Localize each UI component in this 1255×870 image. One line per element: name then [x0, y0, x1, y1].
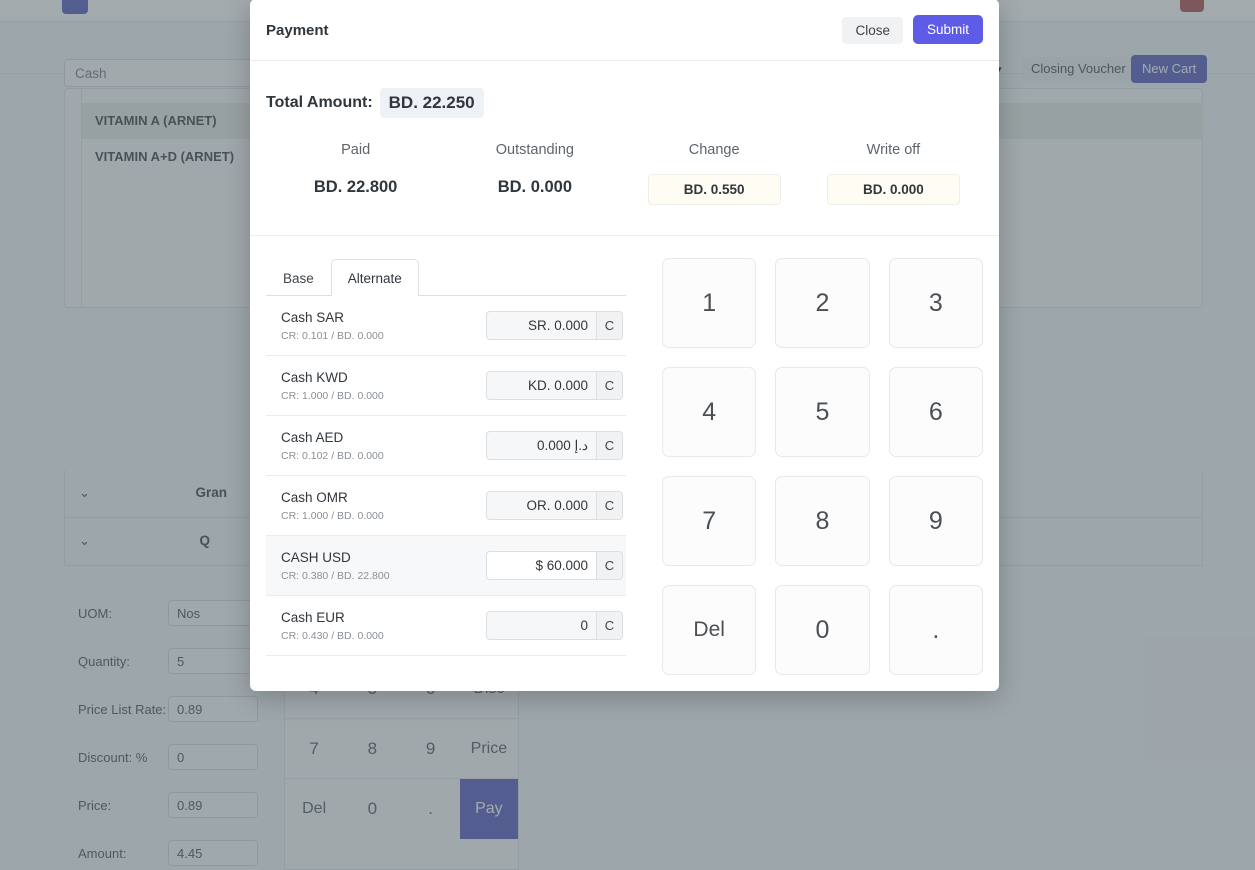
payment-method-row-cash-aed[interactable]: Cash AED CR: 0.102 / BD. 0.000 C [266, 416, 626, 476]
summary-cell-writeoff: Write off BD. 0.000 [804, 142, 983, 205]
keypad-key-decimal[interactable]: . [888, 585, 983, 675]
method-conversion: CR: 0.102 / BD. 0.000 [281, 450, 384, 462]
clear-button-kwd[interactable]: C [596, 371, 623, 400]
method-amount-group: C [486, 311, 623, 340]
tab-alternate[interactable]: Alternate [330, 259, 419, 296]
paid-label: Paid [341, 142, 371, 158]
keypad-key-0[interactable]: 0 [775, 585, 870, 675]
change-field[interactable]: BD. 0.550 [647, 174, 781, 205]
method-amount-group: C [486, 551, 623, 580]
payment-methods-panel: Base Alternate Cash SAR CR: 0.101 / BD. … [266, 258, 626, 675]
keypad-key-del[interactable]: Del [662, 585, 757, 675]
outstanding-label: Outstanding [495, 142, 574, 158]
dialog-body: Base Alternate Cash SAR CR: 0.101 / BD. … [250, 236, 999, 691]
method-amount-group: C [486, 491, 623, 520]
total-amount-label: Total Amount: [266, 94, 373, 111]
clear-button-aed[interactable]: C [596, 431, 623, 460]
submit-button[interactable]: Submit [912, 15, 983, 44]
method-conversion: CR: 0.101 / BD. 0.000 [281, 330, 384, 342]
paid-value: BD. 22.800 [313, 178, 398, 196]
outstanding-value: BD. 0.000 [497, 178, 573, 196]
keypad-key-6[interactable]: 6 [888, 367, 983, 457]
total-amount-value: BD. 22.250 [379, 88, 484, 118]
keypad-key-1[interactable]: 1 [662, 258, 757, 348]
amount-input-eur[interactable] [486, 611, 596, 640]
payment-method-row-cash-omr[interactable]: Cash OMR CR: 1.000 / BD. 0.000 C [266, 476, 626, 536]
payment-method-row-cash-usd[interactable]: CASH USD CR: 0.380 / BD. 22.800 C [266, 536, 626, 596]
method-name: Cash OMR [281, 490, 348, 505]
method-info: CASH USD CR: 0.380 / BD. 22.800 [281, 549, 390, 582]
summary-grid: Paid BD. 22.800 Outstanding BD. 0.000 Ch… [266, 142, 983, 205]
keypad-key-2[interactable]: 2 [775, 258, 870, 348]
write-off-field[interactable]: BD. 0.000 [826, 174, 960, 205]
summary-cell-paid: Paid BD. 22.800 [266, 142, 445, 205]
method-amount-group: C [486, 431, 623, 460]
method-amount-group: C [486, 371, 623, 400]
numeric-keypad: 1 2 3 4 5 6 7 8 9 Del 0 . [626, 258, 983, 675]
keypad-key-3[interactable]: 3 [888, 258, 983, 348]
method-info: Cash SAR CR: 0.101 / BD. 0.000 [281, 309, 384, 342]
clear-button-omr[interactable]: C [596, 491, 623, 520]
method-amount-group: C [486, 611, 623, 640]
close-button[interactable]: Close [842, 17, 903, 44]
method-info: Cash AED CR: 0.102 / BD. 0.000 [281, 429, 384, 462]
method-name: Cash KWD [281, 370, 348, 385]
total-amount-row: Total Amount: BD. 22.250 [266, 88, 983, 118]
payment-method-row-cash-kwd[interactable]: Cash KWD CR: 1.000 / BD. 0.000 C [266, 356, 626, 416]
keypad-key-8[interactable]: 8 [775, 476, 870, 566]
amount-input-sar[interactable] [486, 311, 596, 340]
payment-dialog: Payment Close Submit Total Amount: BD. 2… [250, 0, 999, 691]
keypad-key-9[interactable]: 9 [888, 476, 983, 566]
method-info: Cash KWD CR: 1.000 / BD. 0.000 [281, 369, 384, 402]
clear-button-eur[interactable]: C [596, 611, 623, 640]
method-conversion: CR: 0.380 / BD. 22.800 [281, 570, 390, 582]
currency-tabs: Base Alternate [266, 258, 626, 296]
amount-input-usd[interactable] [486, 551, 596, 580]
page-title: Payment [266, 22, 329, 39]
amount-input-aed[interactable] [486, 431, 596, 460]
keypad-key-4[interactable]: 4 [662, 367, 757, 457]
method-conversion: CR: 1.000 / BD. 0.000 [281, 510, 384, 522]
amount-input-omr[interactable] [486, 491, 596, 520]
write-off-label: Write off [866, 142, 921, 158]
summary-cell-change: Change BD. 0.550 [625, 142, 804, 205]
payment-method-list: Cash SAR CR: 0.101 / BD. 0.000 C Cash KW… [266, 296, 626, 675]
method-name: Cash EUR [281, 610, 345, 625]
method-info: Cash OMR CR: 1.000 / BD. 0.000 [281, 489, 384, 522]
dialog-header: Payment Close Submit [250, 0, 999, 61]
payment-summary: Total Amount: BD. 22.250 Paid BD. 22.800… [250, 61, 999, 236]
payment-method-row-cash-sar[interactable]: Cash SAR CR: 0.101 / BD. 0.000 C [266, 296, 626, 356]
method-conversion: CR: 1.000 / BD. 0.000 [281, 390, 384, 402]
keypad-key-7[interactable]: 7 [662, 476, 757, 566]
payment-method-row-cash-eur[interactable]: Cash EUR CR: 0.430 / BD. 0.000 C [266, 596, 626, 656]
method-name: CASH USD [281, 550, 351, 565]
summary-cell-outstanding: Outstanding BD. 0.000 [445, 142, 624, 205]
method-conversion: CR: 0.430 / BD. 0.000 [281, 630, 384, 642]
method-info: Cash EUR CR: 0.430 / BD. 0.000 [281, 609, 384, 642]
method-name: Cash AED [281, 430, 344, 445]
tab-base[interactable]: Base [266, 259, 331, 296]
keypad-key-5[interactable]: 5 [775, 367, 870, 457]
method-name: Cash SAR [281, 310, 345, 325]
clear-button-usd[interactable]: C [596, 551, 623, 580]
change-label: Change [688, 142, 740, 158]
clear-button-sar[interactable]: C [596, 311, 623, 340]
amount-input-kwd[interactable] [486, 371, 596, 400]
